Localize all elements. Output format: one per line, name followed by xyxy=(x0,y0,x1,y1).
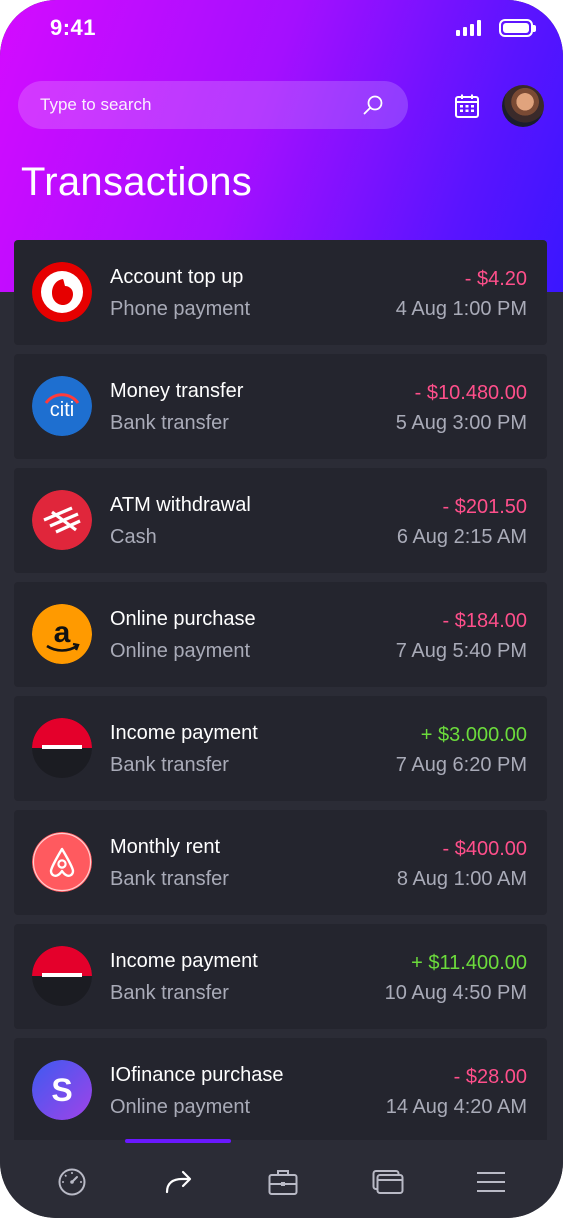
svg-text:S: S xyxy=(51,1072,72,1108)
transaction-title: Account top up xyxy=(110,266,244,288)
transaction-subtitle: Online payment xyxy=(110,640,251,662)
transaction-amount: + $3.000.00 xyxy=(420,724,527,746)
stripe-logo: S xyxy=(32,1060,92,1120)
transaction-title: Income payment xyxy=(110,950,258,972)
transaction-title: Online purchase xyxy=(110,608,256,630)
transaction-date: 10 Aug 4:50 PM xyxy=(384,982,527,1004)
tab-cards[interactable] xyxy=(333,1140,439,1218)
transaction-date: 5 Aug 3:00 PM xyxy=(395,412,527,434)
transaction-subtitle: Bank transfer xyxy=(110,412,229,434)
transaction-subtitle: Bank transfer xyxy=(110,868,229,890)
menu-icon xyxy=(477,1172,505,1192)
transaction-row[interactable]: Account top up Phone payment - $4.20 4 A… xyxy=(14,240,547,345)
transaction-row[interactable]: Income payment Bank transfer + $11.400.0… xyxy=(14,924,547,1029)
transaction-subtitle: Bank transfer xyxy=(110,754,229,776)
bank-logo xyxy=(32,718,92,778)
tab-transfers[interactable] xyxy=(125,1140,231,1218)
svg-text:a: a xyxy=(54,616,71,649)
transaction-amount: - $184.00 xyxy=(442,610,527,632)
transaction-amount: - $10.480.00 xyxy=(414,382,527,404)
transaction-title: Money transfer xyxy=(110,380,244,402)
page-title: Transactions xyxy=(21,160,253,204)
transaction-amount: - $201.50 xyxy=(442,496,527,518)
battery-icon xyxy=(499,19,536,37)
transaction-date: 6 Aug 2:15 AM xyxy=(396,526,527,548)
search-placeholder: Type to search xyxy=(40,95,152,114)
tab-wallet[interactable] xyxy=(229,1140,335,1218)
tab-bar xyxy=(0,1140,563,1218)
transaction-row[interactable]: ATM withdrawal Cash - $201.50 6 Aug 2:15… xyxy=(14,468,547,573)
avatar[interactable] xyxy=(502,85,544,127)
transfer-icon xyxy=(165,1170,192,1194)
transaction-row[interactable]: a Online purchase Online payment - $184.… xyxy=(14,582,547,687)
calendar-icon[interactable] xyxy=(454,93,480,119)
transaction-date: 7 Aug 6:20 PM xyxy=(395,754,527,776)
transaction-subtitle: Cash xyxy=(110,526,157,548)
transaction-row[interactable]: S IOfinance purchase Online payment - $2… xyxy=(14,1038,547,1143)
transaction-amount: + $11.400.00 xyxy=(411,952,527,974)
phone-screen: 9:41 Type to search Transactions Account… xyxy=(0,0,563,1218)
bank-of-america-logo xyxy=(32,490,92,550)
airbnb-logo xyxy=(32,832,92,892)
cards-icon xyxy=(372,1170,404,1194)
search-icon[interactable] xyxy=(362,94,384,116)
transaction-row[interactable]: Income payment Bank transfer + $3.000.00… xyxy=(14,696,547,801)
search-input[interactable]: Type to search xyxy=(18,81,408,129)
transaction-amount: - $28.00 xyxy=(453,1066,527,1088)
status-time: 9:41 xyxy=(50,15,97,40)
transaction-subtitle: Bank transfer xyxy=(110,982,229,1004)
wallet-briefcase-icon xyxy=(268,1170,298,1195)
transaction-list: Account top up Phone payment - $4.20 4 A… xyxy=(14,240,547,1152)
status-bar: 9:41 xyxy=(0,0,563,60)
transaction-subtitle: Phone payment xyxy=(110,298,251,320)
transaction-subtitle: Online payment xyxy=(110,1096,251,1118)
transaction-title: Income payment xyxy=(110,722,258,744)
vodafone-logo xyxy=(32,262,92,322)
tab-menu[interactable] xyxy=(437,1140,543,1218)
transaction-title: Monthly rent xyxy=(110,836,221,858)
active-tab-indicator xyxy=(125,1139,231,1143)
transaction-title: ATM withdrawal xyxy=(110,494,251,516)
transaction-row[interactable]: citi Money transfer Bank transfer - $10.… xyxy=(14,354,547,459)
transaction-date: 7 Aug 5:40 PM xyxy=(395,640,527,662)
transaction-row[interactable]: Monthly rent Bank transfer - $400.00 8 A… xyxy=(14,810,547,915)
svg-text:citi: citi xyxy=(50,399,74,421)
dashboard-icon xyxy=(58,1168,86,1196)
transaction-amount: - $4.20 xyxy=(464,268,527,290)
transaction-date: 14 Aug 4:20 AM xyxy=(385,1096,527,1118)
transaction-amount: - $400.00 xyxy=(442,838,527,860)
transaction-date: 4 Aug 1:00 PM xyxy=(395,298,527,320)
signal-icon xyxy=(456,20,482,36)
bank-logo xyxy=(32,946,92,1006)
amazon-logo: a xyxy=(32,604,92,664)
transaction-date: 8 Aug 1:00 AM xyxy=(396,868,527,890)
citi-logo: citi xyxy=(32,376,92,436)
tab-dashboard[interactable] xyxy=(19,1140,125,1218)
transaction-title: IOfinance purchase xyxy=(110,1064,284,1086)
